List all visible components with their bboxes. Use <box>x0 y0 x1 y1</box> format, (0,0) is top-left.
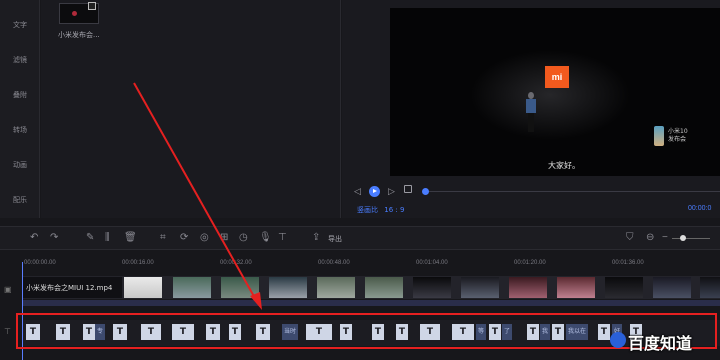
annotation-arrow <box>133 82 262 310</box>
watermark-text: 百度知道 <box>628 334 693 353</box>
paw-icon <box>610 332 626 348</box>
watermark: 百度知道 <box>610 330 693 354</box>
